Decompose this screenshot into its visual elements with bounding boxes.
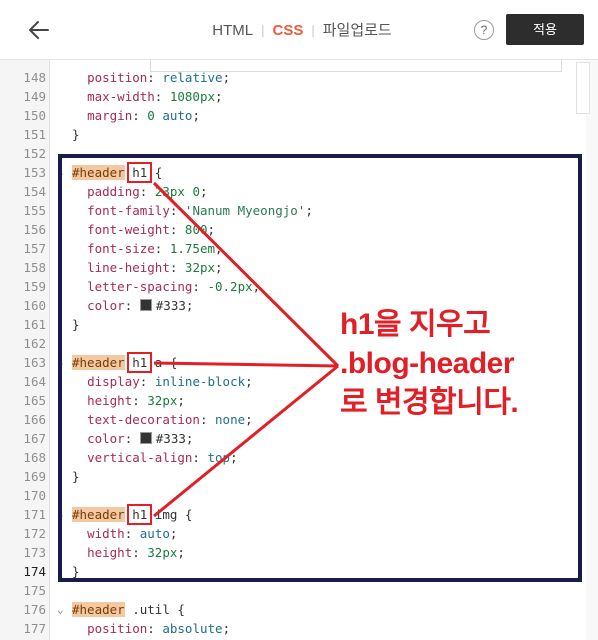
code-text: font-weight: 800; xyxy=(87,222,216,237)
code-line[interactable]: 154 padding: 23px 0; xyxy=(0,182,598,201)
line-number: 167 xyxy=(23,431,46,446)
line-number: 156 xyxy=(23,222,46,237)
code-line[interactable]: 155 font-family: 'Nanum Myeongjo'; xyxy=(0,201,598,220)
code-line[interactable]: 177 position: absolute; xyxy=(0,619,598,638)
code-text: height: 32px; xyxy=(87,545,185,560)
code-text: padding: 23px 0; xyxy=(87,184,208,199)
code-text: } xyxy=(72,469,80,484)
apply-button[interactable]: 적용 xyxy=(506,14,584,45)
line-number: 155 xyxy=(23,203,46,218)
line-number: 159 xyxy=(23,279,46,294)
line-number: 174 xyxy=(23,564,46,579)
line-number: 176 xyxy=(23,602,46,617)
code-line[interactable]: 168 vertical-align: top; xyxy=(0,448,598,467)
line-number: 148 xyxy=(23,70,46,85)
code-line[interactable]: 169} xyxy=(0,467,598,486)
code-text: display: inline-block; xyxy=(87,374,253,389)
line-number: 171 xyxy=(23,507,46,522)
code-text: vertical-align: top; xyxy=(87,450,238,465)
line-number: 177 xyxy=(23,621,46,636)
line-number: 166 xyxy=(23,412,46,427)
editor-toolbar: HTML | CSS | 파일업로드 ? 적용 xyxy=(0,0,598,60)
code-line[interactable]: 152 xyxy=(0,144,598,163)
code-text: width: auto; xyxy=(87,526,178,541)
line-number: 172 xyxy=(23,526,46,541)
code-line[interactable]: 173 height: 32px; xyxy=(0,543,598,562)
code-text: #header h1 img { xyxy=(72,507,193,522)
code-text: font-family: 'Nanum Myeongjo'; xyxy=(87,203,313,218)
code-text: position: absolute; xyxy=(87,621,231,636)
code-line[interactable]: 150 margin: 0 auto; xyxy=(0,106,598,125)
code-line[interactable]: 159 letter-spacing: -0.2px; xyxy=(0,277,598,296)
code-text: text-decoration: none; xyxy=(87,412,253,427)
fold-chevron-icon[interactable]: ⌄ xyxy=(57,600,64,619)
fold-chevron-icon[interactable]: ⌄ xyxy=(57,353,64,372)
code-line[interactable]: 176 ⌄ #header .util { xyxy=(0,600,598,619)
code-text: position: relative; xyxy=(87,70,231,85)
color-swatch xyxy=(139,432,152,444)
color-swatch xyxy=(139,299,152,311)
code-text: } xyxy=(72,564,80,579)
code-line[interactable]: 148 position: relative; xyxy=(0,68,598,87)
code-text: height: 32px; xyxy=(87,393,185,408)
code-line[interactable]: 174} xyxy=(0,562,598,581)
code-text: letter-spacing: -0.2px; xyxy=(87,279,261,294)
line-number: 151 xyxy=(23,127,46,142)
line-number: 165 xyxy=(23,393,46,408)
line-number: 149 xyxy=(23,89,46,104)
line-number: 163 xyxy=(23,355,46,370)
line-number: 161 xyxy=(23,317,46,332)
line-number: 150 xyxy=(23,108,46,123)
line-number: 169 xyxy=(23,469,46,484)
line-number: 160 xyxy=(23,298,46,313)
fold-chevron-icon[interactable]: ⌄ xyxy=(57,163,64,182)
code-text: color: #333; xyxy=(87,298,194,313)
annotation-line: 로 변경합니다. xyxy=(340,386,519,419)
line-number: 158 xyxy=(23,260,46,275)
line-number: 162 xyxy=(23,336,46,351)
line-number: 168 xyxy=(23,450,46,465)
code-text: } xyxy=(72,127,80,142)
annotation-line: h1을 지우고 xyxy=(340,308,491,341)
code-line[interactable]: 158 line-height: 32px; xyxy=(0,258,598,277)
line-number: 157 xyxy=(23,241,46,256)
tab-file-upload[interactable]: 파일업로드 xyxy=(315,19,400,40)
code-line[interactable]: 151} xyxy=(0,125,598,144)
fold-chevron-icon[interactable]: ⌄ xyxy=(57,505,64,524)
code-line[interactable]: 153 ⌄ #header h1 { xyxy=(0,163,598,182)
code-text: #header h1 { xyxy=(72,165,163,180)
code-text: max-width: 1080px; xyxy=(87,89,223,104)
code-text: #header h1 a { xyxy=(72,355,178,370)
line-number: 154 xyxy=(23,184,46,199)
code-text: margin: 0 auto; xyxy=(87,108,200,123)
code-line[interactable]: 175 xyxy=(0,581,598,600)
line-number: 153 xyxy=(23,165,46,180)
help-button[interactable]: ? xyxy=(474,20,494,40)
code-line[interactable]: 171 ⌄ #header h1 img { xyxy=(0,505,598,524)
code-text: font-size: 1.75em; xyxy=(87,241,223,256)
line-number: 152 xyxy=(23,146,46,161)
annotation-text: h1을 지우고 .blog-header 로 변경합니다. xyxy=(340,305,590,422)
code-text: color: #333; xyxy=(87,431,194,446)
tab-css[interactable]: CSS xyxy=(264,22,311,39)
annotation-line: .blog-header xyxy=(340,347,515,380)
line-number: 164 xyxy=(23,374,46,389)
tab-html[interactable]: HTML xyxy=(204,22,261,39)
line-number: 175 xyxy=(23,583,46,598)
code-text: line-height: 32px; xyxy=(87,260,223,275)
code-line[interactable]: 172 width: auto; xyxy=(0,524,598,543)
code-text: } xyxy=(72,317,80,332)
code-line[interactable]: 170 xyxy=(0,486,598,505)
code-text: #header .util { xyxy=(72,602,185,617)
line-number: 173 xyxy=(23,545,46,560)
code-line[interactable]: 149 max-width: 1080px; xyxy=(0,87,598,106)
code-line[interactable]: 157 font-size: 1.75em; xyxy=(0,239,598,258)
code-line[interactable]: 156 font-weight: 800; xyxy=(0,220,598,239)
code-line[interactable]: 167 color: #333; xyxy=(0,429,598,448)
line-number: 170 xyxy=(23,488,46,503)
